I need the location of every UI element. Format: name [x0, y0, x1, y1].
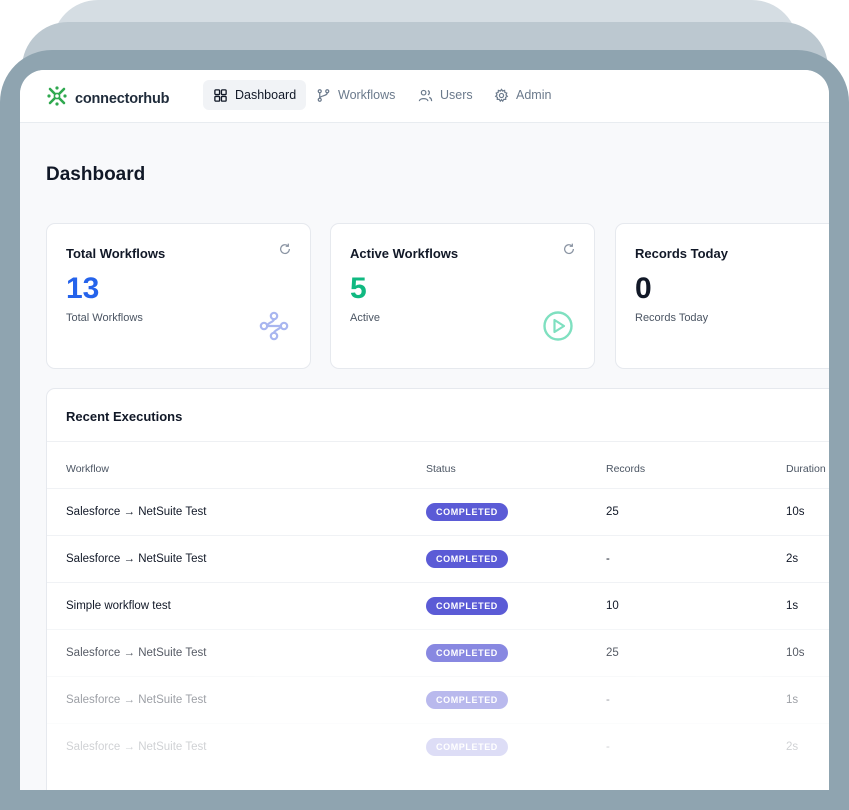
stat-subtitle: Active — [350, 312, 380, 324]
nav-workflows[interactable]: Workflows — [306, 80, 405, 110]
records-cell: 10 — [606, 600, 619, 612]
records-cell: - — [606, 741, 610, 753]
stat-subtitle: Records Today — [635, 312, 709, 324]
nav-users[interactable]: Users — [408, 80, 483, 110]
nav-workflows-label: Workflows — [338, 88, 396, 102]
top-nav: connectorhub Dashboard Workflows Users A… — [20, 70, 829, 123]
duration-cell: 1s — [786, 600, 799, 612]
connectorhub-logo-icon — [45, 84, 69, 113]
stat-card-total-workflows: Total Workflows 13 Total Workflows — [46, 223, 311, 369]
recent-executions-card: Recent Executions Workflow Status Record… — [46, 388, 829, 790]
duration-cell: 2s — [786, 741, 799, 753]
column-header-records[interactable]: Records — [606, 463, 645, 475]
duration-cell: 2s — [786, 553, 799, 565]
table-row[interactable]: Salesforce → NetSuite Test COMPLETED - 2… — [47, 723, 829, 771]
duration-cell: 10s — [786, 506, 805, 518]
stat-title: Records Today — [635, 246, 728, 261]
nav-dashboard[interactable]: Dashboard — [203, 80, 307, 110]
gear-icon — [494, 87, 509, 102]
status-badge: COMPLETED — [426, 503, 508, 521]
duration-cell: 10s — [786, 647, 805, 659]
nav-dashboard-label: Dashboard — [235, 88, 297, 102]
refresh-icon[interactable] — [562, 242, 576, 256]
table-row[interactable]: Simple workflow test COMPLETED 10 1s — [47, 582, 829, 630]
stat-card-active-workflows: Active Workflows 5 Active — [330, 223, 595, 369]
records-cell: 25 — [606, 506, 619, 518]
stat-value: 0 — [635, 272, 652, 305]
app-screen: connectorhub Dashboard Workflows Users A… — [20, 70, 829, 790]
column-header-workflow[interactable]: Workflow — [66, 463, 109, 475]
status-badge: COMPLETED — [426, 691, 508, 709]
play-circle-icon — [543, 311, 573, 341]
column-header-status[interactable]: Status — [426, 463, 456, 475]
status-badge: COMPLETED — [426, 597, 508, 615]
nav-users-label: Users — [440, 88, 473, 102]
workflow-cell: Salesforce → NetSuite Test — [66, 553, 207, 565]
workflow-cell: Salesforce → NetSuite Test — [66, 506, 207, 518]
table-row[interactable]: Salesforce → NetSuite Test COMPLETED - 2… — [47, 535, 829, 583]
workflow-cell: Salesforce → NetSuite Test — [66, 741, 207, 753]
records-cell: 25 — [606, 647, 619, 659]
workflow-cell: Salesforce → NetSuite Test — [66, 694, 207, 706]
column-header-duration[interactable]: Duration — [786, 463, 826, 475]
stat-card-records-today: Records Today 0 Records Today — [615, 223, 829, 369]
stat-title: Total Workflows — [66, 246, 166, 261]
brand-logo[interactable]: connectorhub — [45, 84, 169, 113]
brand-name: connectorhub — [75, 90, 170, 107]
table-row[interactable]: Salesforce → NetSuite Test COMPLETED - 1… — [47, 676, 829, 724]
divider — [47, 441, 829, 442]
refresh-icon[interactable] — [278, 242, 292, 256]
stat-value: 13 — [66, 272, 100, 305]
users-icon — [418, 89, 433, 101]
table-row[interactable]: Salesforce → NetSuite Test COMPLETED 25 … — [47, 629, 829, 677]
records-cell: - — [606, 553, 610, 565]
table-row[interactable]: Salesforce → NetSuite Test COMPLETED 25 … — [47, 488, 829, 536]
page-title: Dashboard — [46, 164, 146, 185]
stat-value: 5 — [350, 272, 367, 305]
workflow-cell: Salesforce → NetSuite Test — [66, 647, 207, 659]
workflow-icon — [259, 311, 289, 341]
grid-icon — [214, 88, 227, 102]
workflow-cell: Simple workflow test — [66, 600, 171, 612]
nav-admin-label: Admin — [516, 88, 552, 102]
recent-executions-title: Recent Executions — [66, 409, 183, 424]
stat-title: Active Workflows — [350, 246, 459, 261]
records-cell: - — [606, 694, 610, 706]
stat-subtitle: Total Workflows — [66, 312, 143, 324]
status-badge: COMPLETED — [426, 550, 508, 568]
branch-icon — [317, 88, 330, 102]
status-badge: COMPLETED — [426, 738, 508, 756]
nav-admin[interactable]: Admin — [484, 80, 561, 110]
duration-cell: 1s — [786, 694, 799, 706]
status-badge: COMPLETED — [426, 644, 508, 662]
